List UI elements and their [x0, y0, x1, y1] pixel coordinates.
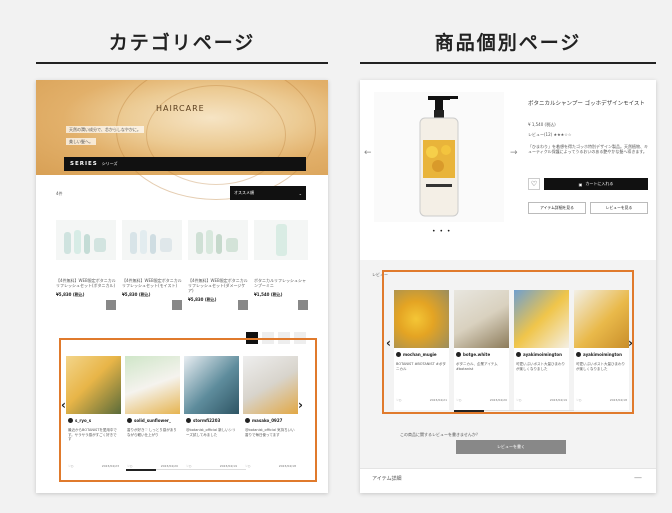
product-bottle-image: [419, 96, 459, 217]
product-image: [254, 220, 308, 260]
cart-button[interactable]: [298, 300, 308, 310]
product-card[interactable]: 【4件無料】WEB限定ボタニカルリフレッシュセット(ボタニカル) ¥5,830 …: [56, 220, 116, 312]
result-count: 4件: [56, 191, 63, 196]
cart-button[interactable]: [238, 300, 248, 310]
ugc-highlight-box: [59, 338, 317, 482]
item-detail-heading: アイテム詳細: [372, 476, 402, 482]
product-card[interactable]: 【4件無料】WEB限定ボタニカルリフレッシュセット(ダメージケア) ¥5,830…: [188, 220, 248, 312]
hero-line-1: 天然の潤い成分で、芯からしなやかに。: [66, 126, 144, 133]
product-card[interactable]: 【4件無料】WEB限定ボタニカルリフレッシュセット(モイスト) ¥5,830 (…: [122, 220, 182, 312]
view-reviews-label: レビューを見る: [605, 205, 633, 210]
product-gallery: [374, 92, 504, 222]
expand-icon: —: [634, 473, 642, 482]
product-name: ボタニカルリフレッシュシャンプーミニ: [254, 278, 306, 288]
product-page-header: 商品個別ページ: [434, 32, 582, 54]
product-name: 【4件無料】WEB限定ボタニカルリフレッシュセット(ボタニカル): [56, 278, 116, 288]
write-review-button[interactable]: レビューを書く: [456, 440, 566, 454]
ugc-highlight-box: [382, 270, 634, 414]
review-prompt: この商品に関するレビューを書きませんか？: [400, 432, 480, 437]
product-image: [56, 220, 116, 260]
series-sub: シリーズ: [101, 161, 118, 166]
gallery-next-icon[interactable]: →: [510, 148, 518, 158]
hero-title: HAIRCARE: [156, 104, 205, 113]
product-price: ¥1,540 (税込): [254, 292, 283, 297]
sort-dropdown[interactable]: オススメ順 ⌄: [230, 186, 306, 200]
product-name: 【4件無料】WEB限定ボタニカルリフレッシュセット(モイスト): [122, 278, 182, 288]
product-price: ¥ 1,540 (税込): [528, 122, 556, 127]
product-name: 【4件無料】WEB限定ボタニカルリフレッシュセット(ダメージケア): [188, 278, 248, 293]
item-detail-button[interactable]: アイテム詳細を見る: [528, 202, 586, 214]
sort-label: オススメ順: [234, 190, 254, 195]
cart-icon: ▣: [578, 181, 583, 187]
add-to-cart-button[interactable]: ▣ カートに入れる: [544, 178, 648, 190]
product-header-rule: [360, 62, 656, 64]
gallery-prev-icon[interactable]: ←: [364, 148, 372, 158]
category-page-header: カテゴリページ: [108, 32, 256, 54]
item-detail-row[interactable]: アイテム詳細 —: [360, 468, 656, 493]
category-header-rule: [36, 62, 328, 64]
product-title: ボタニカルシャンプー ゴッホデザインモイスト: [528, 101, 645, 107]
chevron-down-icon: ⌄: [298, 190, 302, 196]
review-summary: レビュー(12) ★★★☆☆: [528, 132, 572, 137]
cart-button[interactable]: [106, 300, 116, 310]
write-review-label: レビューを書く: [497, 444, 525, 449]
product-description: 「ひまわり」を着想を得たゴッホ特別デザイン製品。天然植物、キューティクル保護によ…: [528, 144, 648, 154]
gallery-dots: • • •: [432, 228, 452, 235]
add-to-cart-label: カートに入れる: [585, 181, 614, 186]
cart-button[interactable]: [172, 300, 182, 310]
product-price: ¥5,830 (税込): [122, 292, 151, 297]
product-card[interactable]: ボタニカルリフレッシュシャンプーミニ ¥1,540 (税込): [254, 220, 308, 312]
series-bar: SERIES シリーズ: [64, 157, 306, 171]
hero-line-2: 美しい髪へ。: [66, 138, 96, 145]
item-detail-label: アイテム詳細を見る: [540, 205, 574, 210]
product-image: [122, 220, 182, 260]
product-price: ¥5,830 (税込): [56, 292, 85, 297]
product-image: [188, 220, 248, 260]
series-label: SERIES: [70, 161, 98, 167]
view-reviews-button[interactable]: レビューを見る: [590, 202, 648, 214]
favorite-button[interactable]: ♡: [528, 178, 540, 190]
